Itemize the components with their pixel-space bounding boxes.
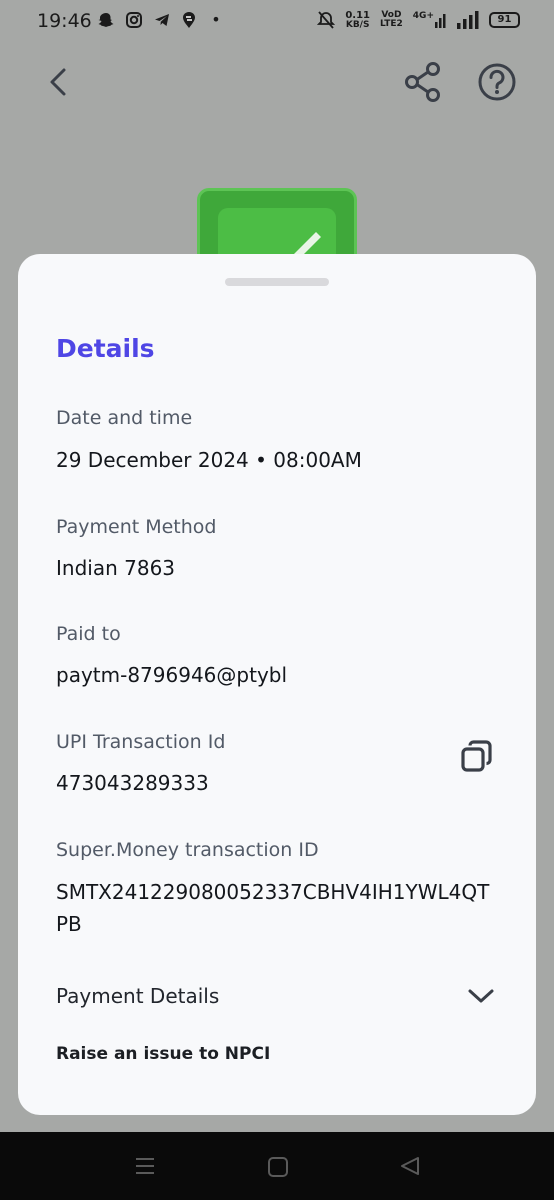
notification-icons: • [97, 11, 225, 29]
upi-transaction-label: UPI Transaction Id [56, 731, 226, 753]
more-notifications-dot: • [211, 10, 221, 29]
details-title: Details [56, 334, 155, 363]
raise-issue-npci-link[interactable]: Raise an issue to NPCI [56, 1044, 270, 1064]
battery-indicator: 91 [489, 12, 520, 28]
date-time-value: 29 December 2024 • 08:00AM [56, 448, 362, 472]
network-speed-unit: KB/S [345, 19, 370, 30]
date-time-label: Date and time [56, 407, 193, 429]
super-money-id-label: Super.Money transaction ID [56, 839, 319, 861]
status-bar: 19:46 • 0.11 KB/S VoD LTE2 4G+ 91 [0, 0, 554, 44]
super-money-id-value: SMTX241229080052337CBHV4IH1YWL4QTPB [56, 880, 490, 936]
signal-4g: 4G+ [413, 12, 447, 28]
recent-apps-icon[interactable] [133, 1154, 157, 1178]
instagram-icon [126, 12, 142, 28]
payment-details-toggle[interactable]: Payment Details [56, 984, 219, 1008]
telegram-icon [155, 14, 169, 26]
system-status: 0.11 KB/S VoD LTE2 4G+ 91 [317, 10, 520, 30]
status-time: 19:46 [37, 10, 92, 32]
signal-bars-icon [435, 14, 446, 28]
paid-to-value: paytm-8796946@ptybl [56, 663, 288, 687]
network-speed: 0.11 KB/S [345, 9, 370, 30]
signal-strength-icon [457, 11, 479, 29]
swiggy-icon [183, 12, 195, 28]
back-icon[interactable] [40, 62, 76, 102]
upi-transaction-value: 473043289333 [56, 771, 209, 795]
mute-bell-icon [317, 11, 336, 29]
payment-method-label: Payment Method [56, 516, 217, 538]
signal-4g-label: 4G+ [412, 11, 434, 21]
volte-tag-bottom: LTE2 [380, 19, 403, 29]
home-icon[interactable] [267, 1156, 289, 1178]
system-nav-bar [0, 1132, 554, 1200]
help-icon[interactable] [476, 61, 518, 103]
volte-tag: VoD LTE2 [380, 11, 403, 29]
copy-icon[interactable] [458, 738, 496, 776]
share-icon[interactable] [402, 60, 444, 104]
sheet-drag-handle[interactable] [225, 278, 329, 286]
network-speed-value: 0.11 [345, 9, 370, 21]
snapchat-icon [98, 13, 114, 27]
chevron-down-icon[interactable] [466, 984, 496, 1008]
payment-method-value: Indian 7863 [56, 556, 176, 580]
paid-to-label: Paid to [56, 623, 121, 645]
details-sheet: Details Date and time 29 December 2024 •… [18, 254, 536, 1115]
nav-back-icon[interactable] [399, 1155, 421, 1177]
